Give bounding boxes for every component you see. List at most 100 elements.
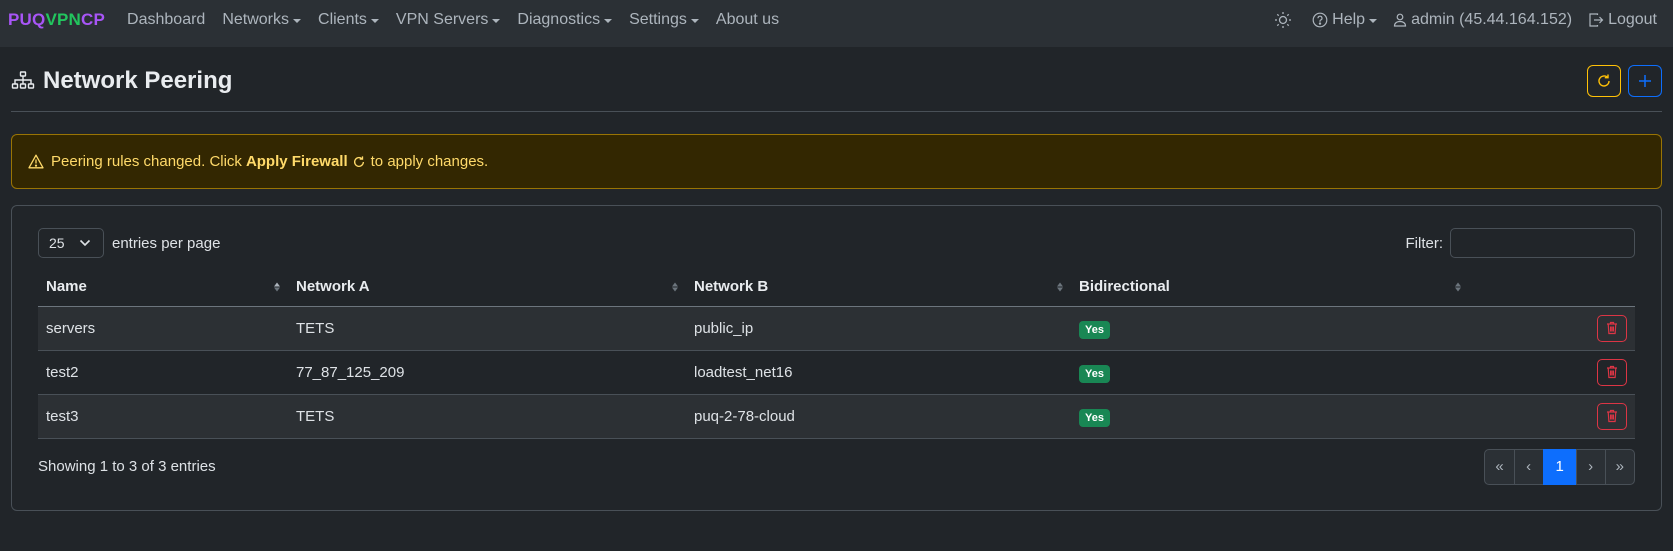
nav-logout-label: Logout [1608, 10, 1657, 28]
cell-network-a: 77_87_125_209 [288, 350, 686, 395]
nav-dashboard[interactable]: Dashboard [127, 11, 205, 29]
cell-actions [1469, 350, 1635, 395]
page-title-text: Network Peering [43, 67, 233, 94]
cell-network-a: TETS [288, 306, 686, 351]
person-icon [1393, 13, 1407, 27]
peering-table: Name Network A Network B Bidirectional s… [38, 268, 1635, 439]
cell-name: test3 [38, 394, 288, 439]
brand-part-1: PUQ [8, 9, 46, 29]
caret-down-icon [604, 18, 613, 23]
nav-logout[interactable]: Logout [1588, 11, 1657, 29]
nav-user[interactable]: admin (45.44.164.152) [1393, 11, 1572, 29]
header-name-label: Name [46, 278, 87, 296]
page-length-select[interactable]: 25 [38, 228, 104, 258]
sort-icon [274, 282, 280, 292]
sort-icon [1455, 282, 1461, 292]
status-badge: Yes [1079, 408, 1110, 427]
logout-icon [1588, 12, 1604, 28]
column-header-network-b[interactable]: Network B [686, 268, 1071, 307]
peering-table-card: 25 entries per page Filter: Name Network… [11, 205, 1662, 511]
delete-button[interactable] [1597, 314, 1627, 342]
header-actions [1587, 65, 1662, 97]
sort-icon [672, 282, 678, 292]
brand-part-2: VPN [45, 9, 82, 29]
page-next-button[interactable]: › [1575, 448, 1606, 485]
nav-dashboard-label: Dashboard [127, 10, 206, 28]
filter-input[interactable] [1450, 228, 1635, 258]
trash-icon [1607, 409, 1617, 423]
nav-help[interactable]: Help [1312, 10, 1378, 29]
refresh-icon [352, 155, 366, 169]
refresh-icon [1598, 74, 1610, 87]
cell-network-b: loadtest_net16 [686, 350, 1071, 395]
chevron-down-icon [79, 239, 91, 247]
status-badge: Yes [1079, 320, 1110, 339]
nav-networks-label: Networks [222, 10, 290, 28]
main-content: Network Peering Peering rules changed. C… [0, 47, 1673, 511]
nav-vpn-servers-label: VPN Servers [395, 10, 489, 28]
nav-about-us[interactable]: About us [716, 11, 779, 29]
caret-down-icon [1369, 18, 1378, 23]
table-row: test2 77_87_125_209 loadtest_net16 Yes [38, 350, 1635, 395]
delete-button[interactable] [1597, 402, 1627, 430]
nav-settings-label: Settings [629, 10, 687, 28]
nav-clients-label: Clients [318, 10, 367, 28]
column-header-bidirectional[interactable]: Bidirectional [1071, 268, 1469, 307]
entries-label: entries per page [112, 234, 221, 252]
nav-vpn-servers[interactable]: VPN Servers [395, 10, 501, 29]
alert-action-text: Apply Firewall [245, 153, 348, 170]
nav-settings[interactable]: Settings [629, 11, 699, 29]
table-controls: 25 entries per page Filter: [38, 228, 1635, 258]
alert-text-after: to apply changes. [370, 153, 489, 170]
trash-icon [1607, 321, 1617, 335]
nav-networks[interactable]: Networks [222, 10, 302, 29]
page-first-button[interactable]: « [1484, 448, 1515, 485]
table-row: servers TETS public_ip Yes [38, 306, 1635, 351]
header-network-b-label: Network B [694, 278, 769, 296]
apply-firewall-button[interactable] [1587, 65, 1621, 97]
page-prev-button[interactable]: ‹ [1513, 448, 1544, 485]
nav-user-label: admin (45.44.164.152) [1411, 10, 1573, 28]
trash-icon [1607, 365, 1617, 379]
column-header-actions [1469, 268, 1635, 307]
caret-down-icon [370, 18, 379, 23]
page-current-button[interactable]: 1 [1542, 448, 1577, 485]
header-bidirectional-label: Bidirectional [1079, 278, 1170, 296]
add-peering-button[interactable] [1628, 65, 1662, 97]
column-header-network-a[interactable]: Network A [288, 268, 686, 307]
cell-bidirectional: Yes [1071, 306, 1469, 351]
page-length-control: 25 entries per page [38, 228, 220, 258]
page-title: Network Peering [11, 67, 232, 95]
caret-down-icon [492, 18, 501, 23]
brand-part-3: CP [81, 9, 106, 29]
page-header: Network Peering [11, 47, 1662, 112]
status-badge: Yes [1079, 364, 1110, 383]
cell-network-b: public_ip [686, 306, 1071, 351]
cell-bidirectional: Yes [1071, 394, 1469, 439]
column-header-name[interactable]: Name [38, 268, 288, 307]
cell-name: servers [38, 306, 288, 351]
warning-triangle-icon [28, 154, 44, 169]
nav-help-label: Help [1332, 10, 1366, 28]
cell-bidirectional: Yes [1071, 350, 1469, 395]
plus-icon [1639, 75, 1651, 87]
brand-logo[interactable]: PUQVPNCP [8, 10, 105, 30]
cell-actions [1469, 306, 1635, 351]
filter-control: Filter: [1406, 228, 1635, 258]
caret-down-icon [690, 18, 699, 23]
firewall-alert: Peering rules changed. Click Apply Firew… [11, 134, 1662, 189]
table-info: Showing 1 to 3 of 3 entries [38, 458, 216, 475]
nav-clients[interactable]: Clients [318, 11, 379, 29]
page-last-button[interactable]: » [1604, 448, 1635, 485]
delete-button[interactable] [1597, 358, 1627, 386]
cell-network-a: TETS [288, 394, 686, 439]
pagination: « ‹ 1 › » [1484, 448, 1635, 485]
nav-diagnostics-label: Diagnostics [517, 10, 601, 28]
cell-network-b: puq-2-78-cloud [686, 394, 1071, 439]
nav-diagnostics[interactable]: Diagnostics [517, 10, 613, 29]
table-header-row: Name Network A Network B Bidirectional [38, 268, 1635, 307]
sun-icon [1274, 11, 1292, 29]
navbar: PUQVPNCP Dashboard Networks Clients VPN … [0, 0, 1673, 47]
theme-toggle[interactable] [1274, 11, 1296, 29]
cell-name: test2 [38, 350, 288, 395]
